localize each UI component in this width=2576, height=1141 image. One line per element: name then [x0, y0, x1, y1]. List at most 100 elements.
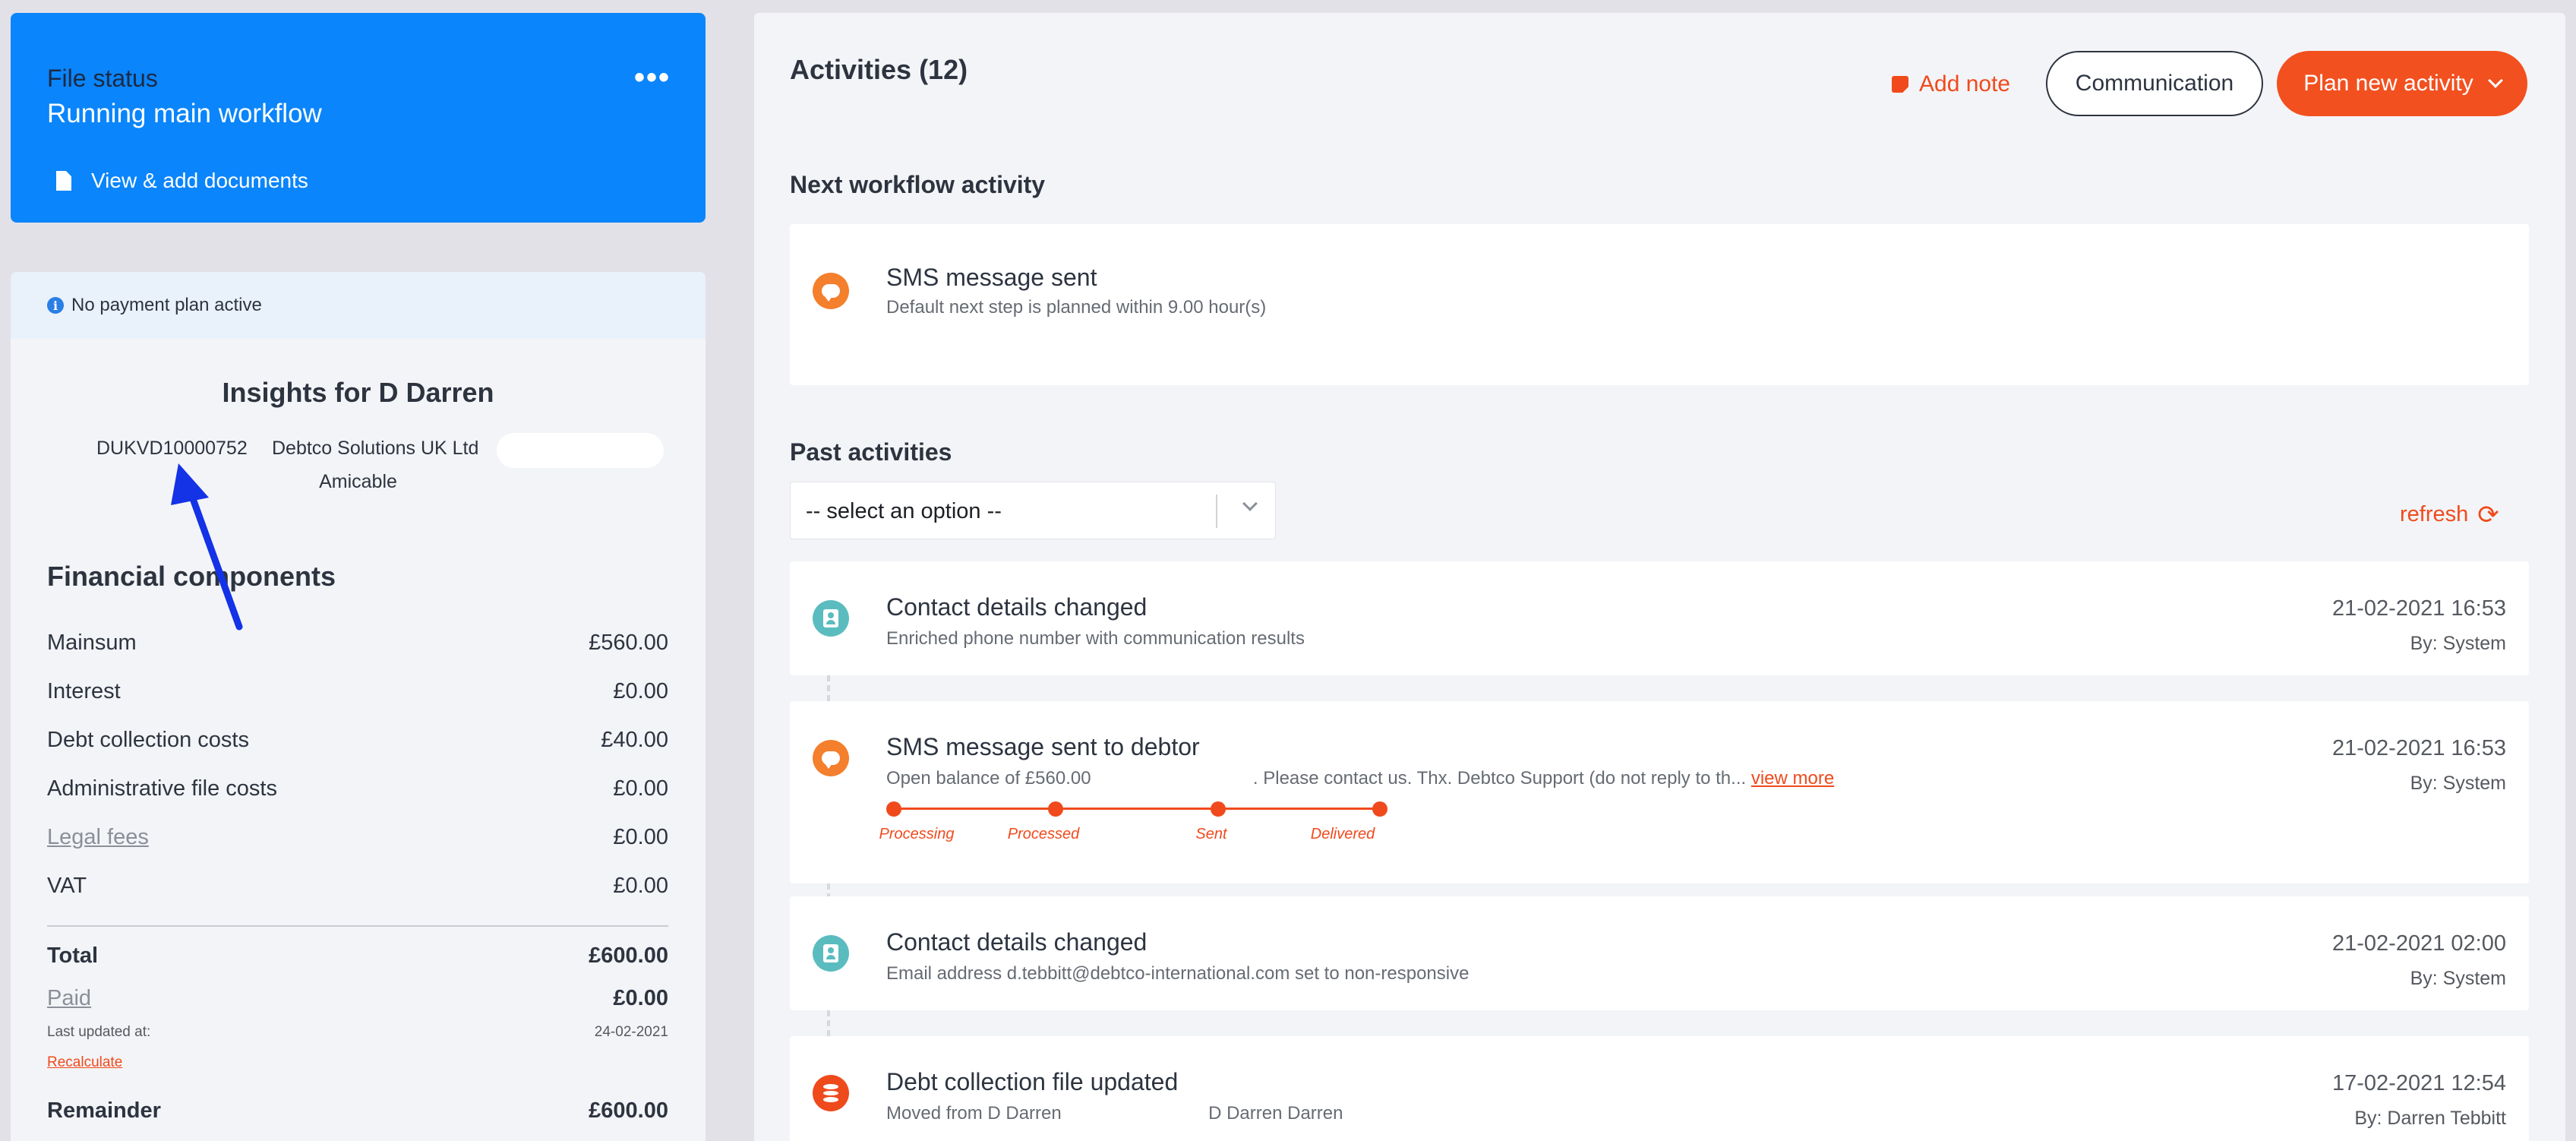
company-name: Debtco Solutions UK Ltd	[272, 438, 479, 459]
fin-row-label: Administrative file costs	[47, 776, 277, 801]
timeline-connector	[827, 1010, 830, 1036]
total-value: £600.00	[589, 943, 668, 968]
insights-title: Insights for D Darren	[222, 377, 494, 408]
view-more-link[interactable]: view more	[1751, 768, 1834, 789]
insights-card: i No payment plan active Insights for D …	[11, 272, 706, 1141]
refresh-button[interactable]: refresh ⟳	[2400, 500, 2499, 529]
past-activities-title: Past activities	[790, 438, 952, 466]
fin-row-value: £560.00	[589, 631, 668, 655]
select-separator	[1216, 495, 1217, 528]
activity-item[interactable]: Contact details changed Enriched phone n…	[790, 561, 2529, 675]
fin-row-label: VAT	[47, 874, 87, 898]
fin-row-interest: Interest £0.00	[47, 679, 668, 704]
view-add-documents-link[interactable]: View & add documents	[56, 169, 308, 193]
contact-icon	[813, 935, 849, 972]
financial-components-title: Financial components	[47, 561, 336, 592]
fin-row-debt-collection-costs: Debt collection costs £40.00	[47, 728, 668, 753]
remainder-label: Remainder	[47, 1098, 161, 1123]
fin-row-vat: VAT £0.00	[47, 874, 668, 899]
total-label: Total	[47, 943, 99, 968]
add-note-button[interactable]: Add note	[1892, 71, 2010, 97]
fin-row-label: Debt collection costs	[47, 728, 249, 752]
tracker-dot	[1211, 801, 1226, 817]
next-workflow-title: Next workflow activity	[790, 171, 1046, 198]
fin-row-administrative-costs: Administrative file costs £0.00	[47, 776, 668, 801]
contact-icon	[813, 600, 849, 637]
activity-author: By: System	[2410, 773, 2506, 794]
activity-subtitle: Open balance of £560.00 . Please contact…	[886, 768, 1834, 789]
tracker-dot	[1372, 801, 1387, 817]
tracker-line	[895, 808, 1385, 810]
payment-plan-notice-text: No payment plan active	[71, 295, 262, 315]
tracker-step-processing: Processing	[879, 826, 955, 842]
status-pill	[497, 433, 664, 468]
select-value: -- select an option --	[806, 499, 1002, 523]
tracker-step-delivered: Delivered	[1310, 826, 1375, 842]
sms-balance-text: Open balance of £560.00	[886, 768, 1091, 789]
fin-row-label: Mainsum	[47, 631, 137, 655]
tracker-dot	[1048, 801, 1063, 817]
fin-row-value: £0.00	[613, 874, 668, 898]
activity-filter-select[interactable]: -- select an option --	[790, 482, 1276, 539]
financial-divider	[47, 925, 668, 927]
file-status-label: File status	[47, 65, 158, 92]
activity-title: SMS message sent	[886, 264, 1097, 291]
activity-author: By: System	[2410, 968, 2506, 989]
paid-link[interactable]: Paid	[47, 986, 91, 1011]
more-dots-icon[interactable]: •••	[634, 62, 671, 93]
moved-to-text: D Darren Darren	[1208, 1103, 1343, 1124]
fin-row-value: £0.00	[613, 679, 668, 703]
activity-date: 17-02-2021 12:54	[2332, 1071, 2506, 1095]
tracker-step-processed: Processed	[1007, 826, 1080, 842]
payment-plan-notice: i No payment plan active	[11, 272, 706, 339]
activity-subtitle: Default next step is planned within 9.00…	[886, 297, 1267, 318]
fin-row-label: Interest	[47, 679, 121, 703]
fin-row-value: £0.00	[613, 825, 668, 849]
activities-panel: Activities (12) Add note Communication P…	[754, 13, 2565, 1141]
tracker-step-sent: Sent	[1195, 826, 1227, 842]
plan-new-activity-button[interactable]: Plan new activity	[2277, 51, 2527, 116]
chevron-down-icon	[2487, 73, 2503, 88]
fin-row-remainder: Remainder £600.00	[47, 1098, 668, 1124]
last-updated-label: Last updated at:	[47, 1024, 151, 1040]
chevron-down-icon	[1242, 496, 1258, 513]
info-icon: i	[47, 297, 64, 314]
note-icon	[1892, 76, 1908, 93]
activity-subtitle: Email address d.tebbitt@debtco-internati…	[886, 963, 1470, 984]
paid-value: £0.00	[613, 986, 668, 1010]
refresh-icon: ⟳	[2477, 500, 2499, 529]
activity-date: 21-02-2021 16:53	[2332, 736, 2506, 760]
activity-date: 21-02-2021 02:00	[2332, 931, 2506, 956]
communication-button[interactable]: Communication	[2046, 51, 2263, 116]
activity-date: 21-02-2021 16:53	[2332, 596, 2506, 621]
activity-title: Contact details changed	[886, 593, 1148, 621]
fin-row-mainsum: Mainsum £560.00	[47, 631, 668, 656]
fin-row-total: Total £600.00	[47, 943, 668, 969]
activity-subtitle: Moved from D Darren D Darren Darren	[886, 1103, 1343, 1124]
file-id: DUKVD10000752	[96, 438, 248, 459]
activities-title: Activities (12)	[790, 54, 968, 85]
fin-row-paid: Paid £0.00	[47, 986, 668, 1011]
activity-title: Debt collection file updated	[886, 1068, 1179, 1095]
remainder-value: £600.00	[589, 1098, 668, 1123]
activity-author: By: System	[2410, 633, 2506, 654]
activity-item[interactable]: SMS message sent to debtor Open balance …	[790, 701, 2529, 883]
fin-row-value: £40.00	[601, 728, 668, 752]
view-add-documents-label: View & add documents	[91, 169, 308, 192]
tracker-dot	[886, 801, 901, 817]
activity-subtitle: Enriched phone number with communication…	[886, 628, 1305, 649]
next-activity-card[interactable]: SMS message sent Default next step is pl…	[790, 224, 2529, 385]
activity-item[interactable]: Contact details changed Email address d.…	[790, 896, 2529, 1010]
timeline-connector	[827, 675, 830, 701]
recalculate-link[interactable]: Recalculate	[47, 1054, 122, 1071]
activity-item[interactable]: Debt collection file updated Moved from …	[790, 1036, 2529, 1141]
plan-new-activity-label: Plan new activity	[2303, 71, 2473, 96]
delivery-tracker: Processing Processed Sent Delivered	[879, 800, 1387, 845]
legal-fees-link[interactable]: Legal fees	[47, 825, 149, 850]
file-status-card: File status Running main workflow ••• Vi…	[11, 13, 706, 223]
activity-title: SMS message sent to debtor	[886, 733, 1200, 760]
document-icon	[56, 171, 71, 191]
file-type: Amicable	[319, 471, 397, 492]
file-status-value: Running main workflow	[47, 99, 322, 128]
sms-message-text: . Please contact us. Thx. Debtco Support…	[1252, 768, 1747, 789]
